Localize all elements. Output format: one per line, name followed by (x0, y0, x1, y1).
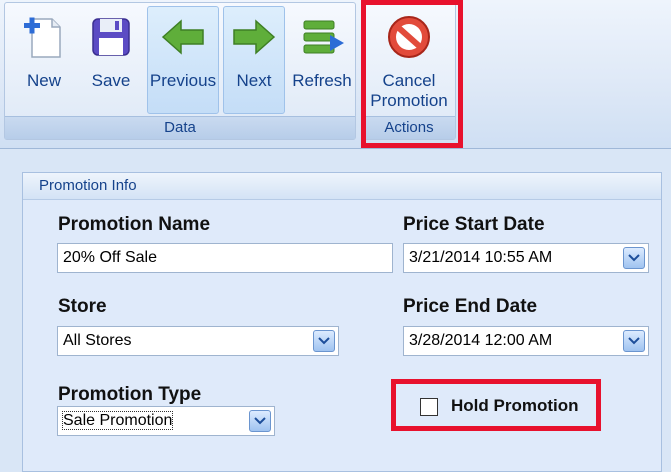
previous-button[interactable]: Previous (147, 6, 219, 114)
price-start-date-dropdown-button[interactable] (623, 247, 645, 269)
chevron-down-icon (318, 337, 330, 345)
promotion-type-label: Promotion Type (58, 384, 202, 405)
next-button[interactable]: Next (223, 6, 285, 114)
save-button[interactable]: Save (80, 6, 142, 114)
promotion-name-label: Promotion Name (58, 214, 211, 235)
promotion-type-dropdown-button[interactable] (249, 410, 271, 432)
price-end-date-picker[interactable]: 3/28/2014 12:00 AM (403, 326, 649, 356)
new-button[interactable]: New (14, 6, 74, 114)
promotion-name-input[interactable]: 20% Off Sale (57, 243, 393, 273)
actions-group-label: Actions (363, 116, 455, 139)
save-button-label: Save (91, 71, 131, 90)
price-start-date-picker[interactable]: 3/21/2014 10:55 AM (403, 243, 649, 273)
hold-promotion-label[interactable]: Hold Promotion (451, 396, 578, 416)
promotion-info-panel: Promotion Info Promotion Name 20% Off Sa… (22, 172, 662, 472)
cancel-promotion-button[interactable]: Cancel Promotion (366, 6, 452, 116)
store-label: Store (58, 296, 107, 317)
hold-promotion-checkbox[interactable] (420, 398, 438, 416)
price-end-date-label: Price End Date (403, 296, 538, 317)
store-select[interactable]: All Stores (57, 326, 339, 356)
panel-title: Promotion Info (23, 173, 661, 200)
price-start-date-label: Price Start Date (403, 214, 545, 235)
refresh-button-label: Refresh (292, 71, 352, 90)
promotion-name-value: 20% Off Sale (63, 249, 157, 266)
previous-button-label: Previous (149, 71, 217, 90)
cancel-promotion-label: Cancel Promotion (367, 71, 451, 111)
refresh-icon (303, 20, 344, 54)
cancel-promotion-label-line2: Promotion (370, 91, 448, 110)
store-value: All Stores (63, 332, 132, 349)
chevron-down-icon (628, 254, 640, 262)
chevron-down-icon (254, 417, 266, 425)
price-start-date-value: 3/21/2014 10:55 AM (409, 249, 553, 266)
data-group-label: Data (5, 116, 355, 139)
ribbon-toolbar: Data Actions New Save Previous Next Refr… (0, 0, 671, 149)
floppy-disk-icon (92, 18, 130, 56)
next-button-label: Next (236, 71, 272, 90)
promotion-type-value: Sale Promotion (61, 411, 174, 430)
green-arrow-left-icon (161, 19, 204, 55)
price-end-date-dropdown-button[interactable] (623, 330, 645, 352)
price-end-date-value: 3/28/2014 12:00 AM (409, 332, 553, 349)
refresh-button[interactable]: Refresh (290, 6, 354, 114)
promotion-type-select[interactable]: Sale Promotion (57, 406, 275, 436)
cancel-promotion-label-line1: Cancel (382, 71, 436, 90)
new-document-icon (24, 17, 61, 58)
green-arrow-right-icon (233, 19, 276, 55)
store-dropdown-button[interactable] (313, 330, 335, 352)
cancel-circle-icon (388, 16, 430, 58)
new-button-label: New (26, 71, 61, 90)
chevron-down-icon (628, 337, 640, 345)
